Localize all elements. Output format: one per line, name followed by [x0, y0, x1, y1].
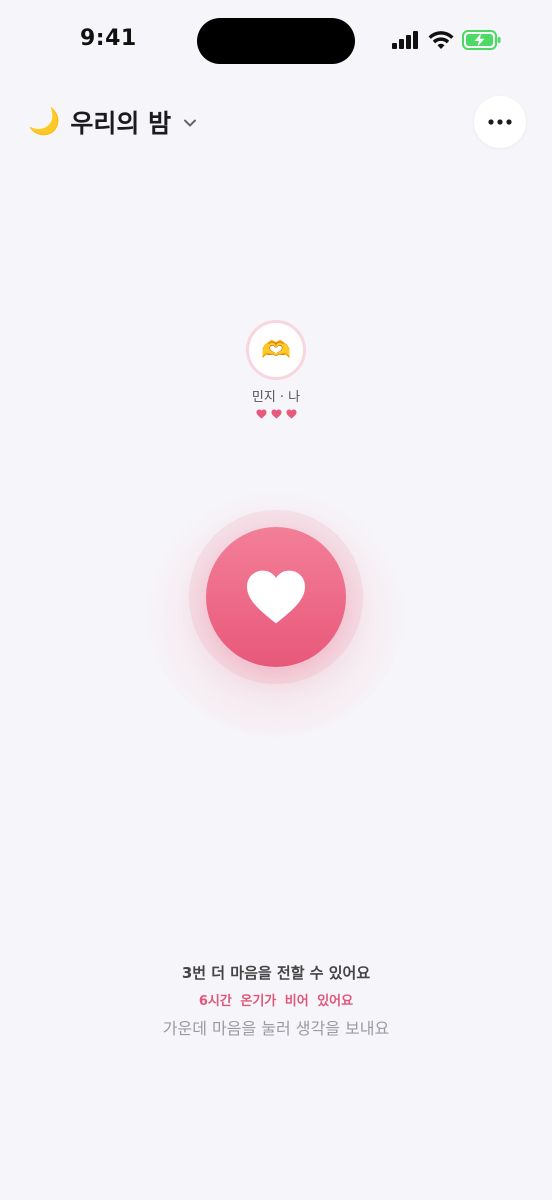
- partner-card: 🫶 민지 · 나: [0, 320, 552, 419]
- partner-hearts: [0, 409, 552, 419]
- send-heart-button[interactable]: [206, 527, 346, 667]
- chevron-down-icon[interactable]: [183, 118, 197, 128]
- more-button[interactable]: [474, 96, 526, 148]
- header: 🌙 우리의 밤: [0, 96, 552, 148]
- status-bar: 9:41: [0, 0, 552, 80]
- battery-charging-icon: [462, 30, 501, 50]
- warmth-status-text: 6시간 온기가 비어 있어요: [198, 994, 354, 1009]
- status-icons: [392, 30, 502, 50]
- heart-icon: [247, 570, 305, 624]
- info-section: 3번 더 마음을 전할 수 있어요 6시간 온기가 비어 있어요 가운데 마음을…: [0, 962, 552, 1039]
- remaining-count-text: 3번 더 마음을 전할 수 있어요: [181, 964, 371, 982]
- more-icon: [488, 119, 512, 125]
- partner-avatar[interactable]: 🫶: [246, 320, 306, 380]
- signal-icon: [392, 31, 418, 49]
- dynamic-island: [197, 18, 355, 64]
- heart-area: [146, 477, 406, 737]
- small-heart-icon: [271, 409, 281, 419]
- room-selector[interactable]: 🌙 우리의 밤: [28, 104, 197, 140]
- partner-name: 민지 · 나: [251, 390, 301, 405]
- status-time: 9:41: [80, 26, 137, 51]
- hint-text: 가운데 마음을 눌러 생각을 보내요: [162, 1019, 390, 1038]
- small-heart-icon: [256, 409, 266, 419]
- heart-hands-icon: 🫶: [261, 336, 291, 364]
- wifi-icon: [428, 30, 454, 49]
- small-heart-icon: [286, 409, 296, 419]
- moon-icon: 🌙: [28, 107, 61, 137]
- page-title: 우리의 밤: [70, 109, 172, 138]
